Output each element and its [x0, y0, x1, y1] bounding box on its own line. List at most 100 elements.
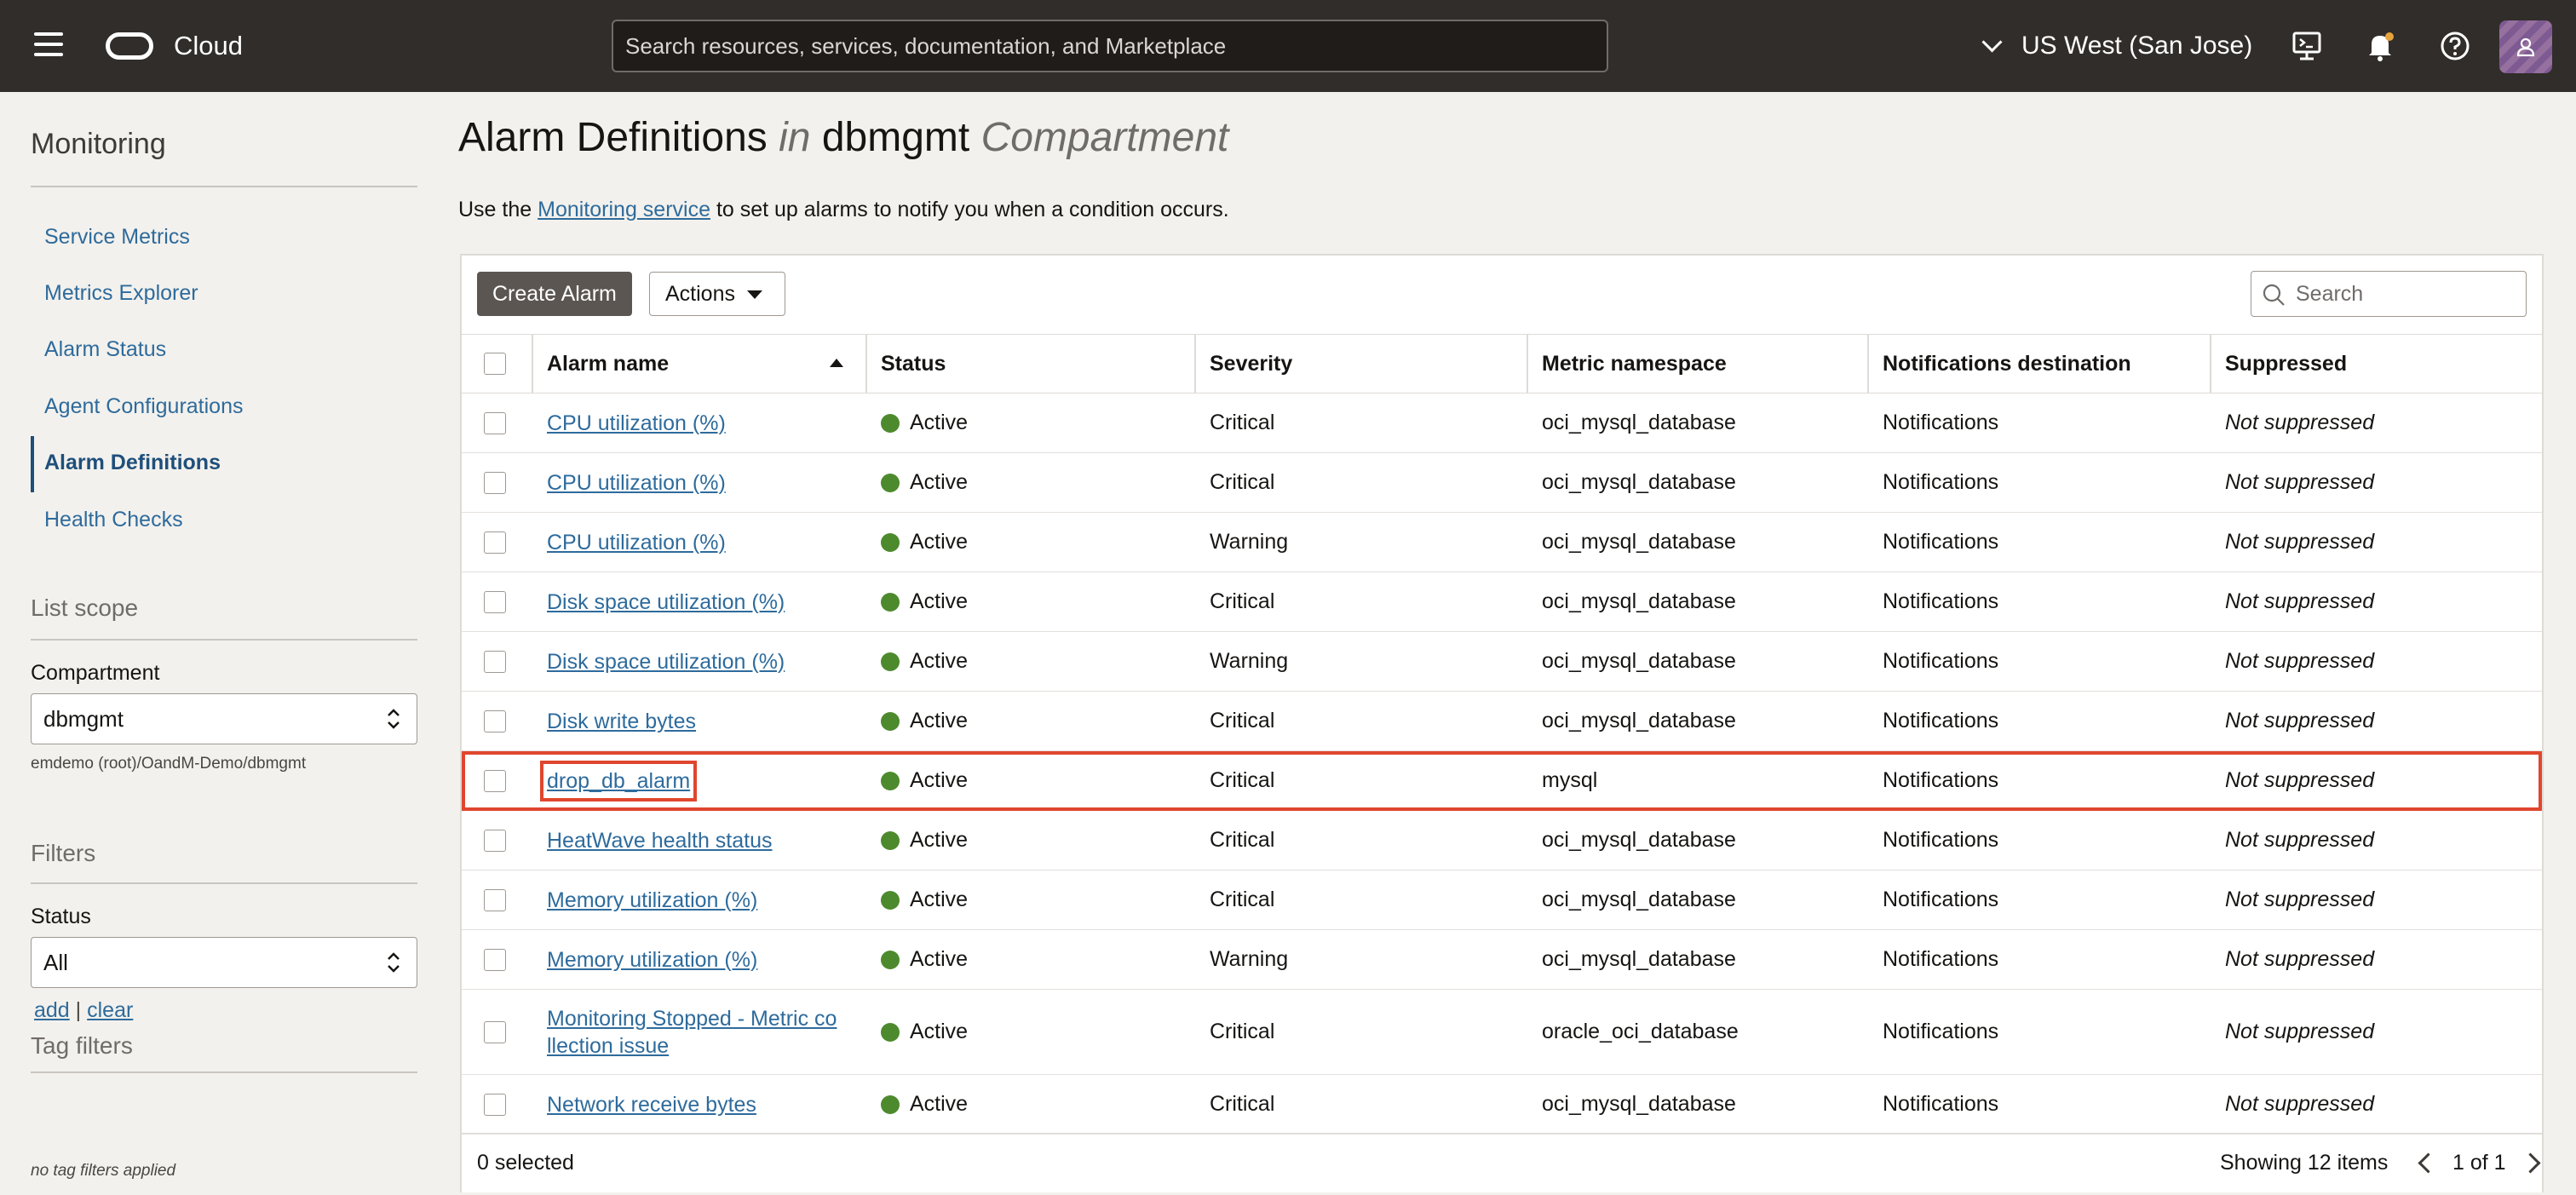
sidebar-item-metrics-explorer[interactable]: Metrics Explorer	[44, 281, 198, 306]
table-row[interactable]: Network receive bytes Active Critical oc…	[462, 1075, 2542, 1135]
alarm-name-link[interactable]: HeatWave health status	[547, 827, 773, 854]
row-checkbox[interactable]	[484, 651, 506, 673]
table-row[interactable]: Memory utilization (%) Active Critical o…	[462, 870, 2542, 930]
help-icon[interactable]	[2438, 29, 2472, 63]
filters-heading: Filters	[31, 840, 96, 866]
row-checkbox[interactable]	[484, 412, 506, 434]
row-checkbox[interactable]	[484, 1021, 506, 1043]
row-checkbox[interactable]	[484, 830, 506, 852]
table-row[interactable]: HeatWave health status Active Critical o…	[462, 811, 2542, 870]
user-icon	[2516, 37, 2535, 57]
alarm-name-link-drop-db-alarm[interactable]: drop_db_alarm	[539, 760, 698, 801]
table-row[interactable]: Memory utilization (%) Active Warning oc…	[462, 930, 2542, 990]
alarm-name-link[interactable]: Disk space utilization (%)	[547, 648, 785, 675]
suppressed-cell: Not suppressed	[2225, 709, 2375, 733]
compartment-select[interactable]: dbmgmt	[31, 693, 417, 744]
row-checkbox[interactable]	[484, 591, 506, 613]
row-checkbox[interactable]	[484, 949, 506, 971]
alarm-name-link[interactable]: CPU utilization (%)	[547, 410, 726, 437]
sidebar-item-alarm-status[interactable]: Alarm Status	[44, 337, 166, 362]
severity-cell: Critical	[1210, 1020, 1275, 1043]
cloud-shell-icon[interactable]	[2290, 29, 2324, 63]
table-search-input[interactable]: Search	[2251, 271, 2527, 317]
table-row[interactable]: Monitoring Stopped - Metric co llection …	[462, 990, 2542, 1075]
sidebar-item-health-checks[interactable]: Health Checks	[44, 508, 183, 532]
sidebar-item-agent-configurations[interactable]: Agent Configurations	[44, 394, 243, 419]
row-checkbox[interactable]	[484, 472, 506, 494]
namespace-cell: oci_mysql_database	[1542, 470, 1736, 494]
divider	[31, 639, 417, 641]
chevron-left-icon[interactable]	[2418, 1152, 2439, 1174]
add-tag-filter-link[interactable]: add	[34, 998, 70, 1022]
alarm-name-link[interactable]: CPU utilization (%)	[547, 529, 726, 556]
alarm-name-link[interactable]: Disk space utilization (%)	[547, 589, 785, 616]
namespace-cell: oci_mysql_database	[1542, 411, 1736, 434]
destination-cell: Notifications	[1883, 470, 1999, 494]
severity-cell: Warning	[1210, 530, 1289, 554]
monitoring-service-link[interactable]: Monitoring service	[538, 198, 710, 221]
region-label: US West (San Jose)	[2021, 32, 2253, 60]
row-checkbox[interactable]	[484, 1094, 506, 1116]
region-selector[interactable]: US West (San Jose)	[1981, 0, 2253, 92]
status-active-icon	[881, 532, 900, 552]
table-row[interactable]: CPU utilization (%) Active Warning oci_m…	[462, 513, 2542, 572]
alarm-name-link[interactable]: Memory utilization (%)	[547, 887, 757, 914]
alarm-name-link[interactable]: CPU utilization (%)	[547, 469, 726, 497]
selected-count: 0 selected	[477, 1151, 574, 1175]
oracle-logo-icon	[106, 32, 153, 60]
column-header-suppressed[interactable]: Suppressed	[2210, 335, 2347, 393]
column-header-severity[interactable]: Severity	[1194, 335, 1292, 393]
suppressed-cell: Not suppressed	[2225, 530, 2375, 554]
table-row[interactable]: Disk write bytes Active Critical oci_mys…	[462, 692, 2542, 751]
column-header-notifications-destination[interactable]: Notifications destination	[1867, 335, 2131, 393]
row-checkbox[interactable]	[484, 889, 506, 911]
table-row-highlighted[interactable]: drop_db_alarm Active Critical mysql Noti…	[462, 751, 2542, 811]
column-header-metric-namespace[interactable]: Metric namespace	[1527, 335, 1727, 393]
clear-tag-filter-link[interactable]: clear	[87, 998, 133, 1022]
sort-ascending-icon[interactable]	[830, 359, 843, 367]
status-active-icon	[881, 592, 900, 612]
table-row[interactable]: CPU utilization (%) Active Critical oci_…	[462, 453, 2542, 513]
sidebar-item-alarm-definitions[interactable]: Alarm Definitions	[44, 451, 221, 475]
bell-icon[interactable]	[2363, 29, 2397, 63]
namespace-cell: oci_mysql_database	[1542, 888, 1736, 911]
sidebar-item-service-metrics[interactable]: Service Metrics	[44, 225, 190, 250]
create-alarm-button[interactable]: Create Alarm	[477, 272, 632, 316]
table-row[interactable]: CPU utilization (%) Active Critical oci_…	[462, 394, 2542, 453]
alarm-name-link[interactable]: Memory utilization (%)	[547, 946, 757, 974]
sidebar-title: Monitoring	[31, 128, 166, 160]
namespace-cell: oci_mysql_database	[1542, 1092, 1736, 1116]
divider	[31, 1071, 417, 1073]
table-row[interactable]: Disk space utilization (%) Active Critic…	[462, 572, 2542, 632]
status-active-icon	[881, 950, 900, 969]
suppressed-cell: Not suppressed	[2225, 768, 2375, 792]
column-header-alarm-name[interactable]: Alarm name	[532, 335, 865, 393]
row-checkbox[interactable]	[484, 770, 506, 792]
chevron-down-icon	[1981, 31, 2003, 53]
severity-cell: Critical	[1210, 828, 1275, 852]
intro-text: Use the Monitoring service to set up ala…	[458, 198, 1229, 222]
column-header-status[interactable]: Status	[865, 335, 946, 393]
top-bar: Cloud Search resources, services, docume…	[0, 0, 2576, 92]
alarm-name-link[interactable]: Network receive bytes	[547, 1091, 756, 1118]
select-all-checkbox[interactable]	[484, 353, 506, 375]
severity-cell: Critical	[1210, 888, 1275, 911]
actions-dropdown-button[interactable]: Actions	[649, 272, 785, 316]
brand-logo[interactable]: Cloud	[106, 26, 243, 66]
row-checkbox[interactable]	[484, 710, 506, 733]
tag-filters-heading: Tag filters	[31, 1032, 133, 1059]
table-row[interactable]: Disk space utilization (%) Active Warnin…	[462, 632, 2542, 692]
global-search-input[interactable]: Search resources, services, documentatio…	[612, 20, 1608, 72]
status-filter-select[interactable]: All	[31, 937, 417, 988]
hamburger-icon[interactable]	[34, 32, 63, 60]
destination-cell: Notifications	[1883, 649, 1999, 673]
alarm-name-link[interactable]: Disk write bytes	[547, 708, 696, 735]
alarm-name-link[interactable]: Monitoring Stopped - Metric co llection …	[547, 1005, 837, 1060]
status-active-icon	[881, 413, 900, 433]
active-indicator	[31, 436, 34, 492]
user-avatar[interactable]	[2499, 20, 2552, 73]
status-text: Active	[910, 768, 969, 792]
chevron-right-icon[interactable]	[2520, 1152, 2541, 1174]
severity-cell: Critical	[1210, 470, 1275, 494]
row-checkbox[interactable]	[484, 531, 506, 554]
